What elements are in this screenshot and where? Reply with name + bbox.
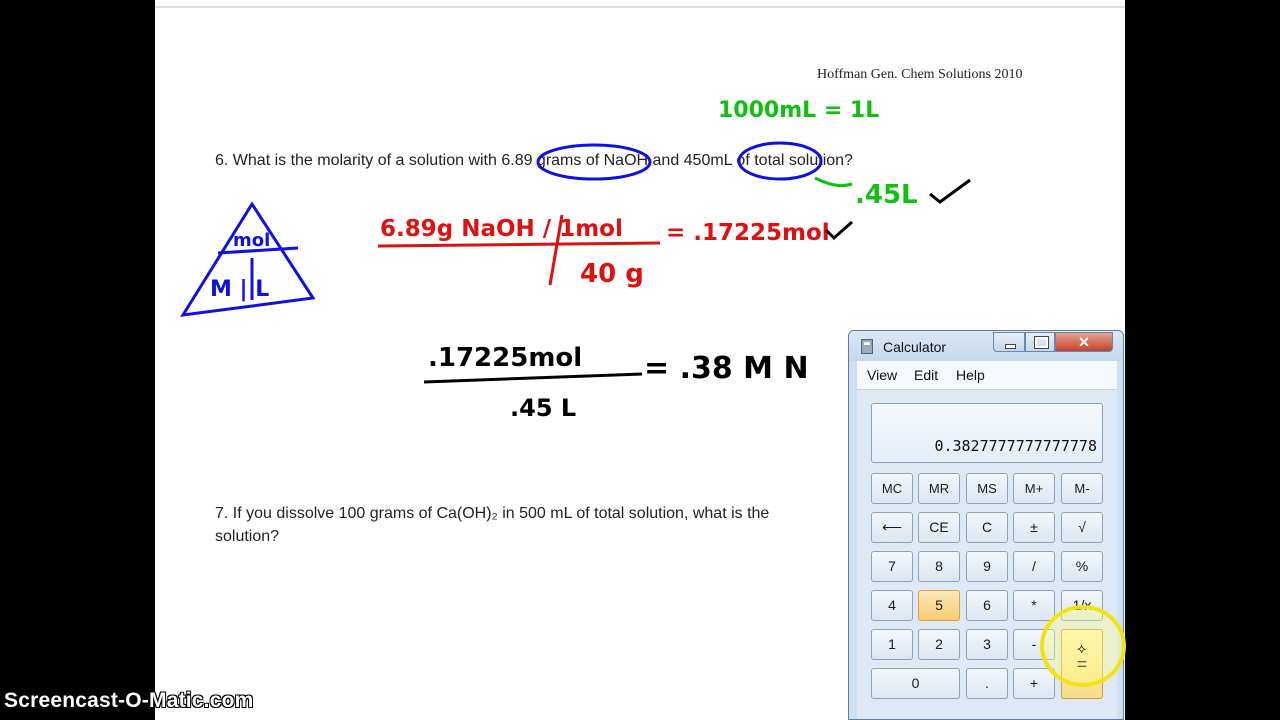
key-0[interactable]: 0 xyxy=(871,668,960,699)
menu-view[interactable]: View xyxy=(867,367,897,383)
key-square-root[interactable]: √ xyxy=(1061,512,1103,543)
maximize-button[interactable] xyxy=(1025,332,1055,352)
key-decimal[interactable]: . xyxy=(966,668,1008,699)
key-8[interactable]: 8 xyxy=(918,551,960,582)
menu-help[interactable]: Help xyxy=(956,367,985,383)
header-note: Hoffman Gen. Chem Solutions 2010 xyxy=(817,67,1023,82)
key-3[interactable]: 3 xyxy=(966,629,1008,660)
key-memory-recall[interactable]: MR xyxy=(918,473,960,504)
key-memory-store[interactable]: MS xyxy=(966,473,1008,504)
question-7-line-1: 7. If you dissolve 100 grams of Ca(OH)₂ … xyxy=(215,505,770,522)
calculator-display: 0.3827777777777778 xyxy=(871,403,1103,463)
question-6: 6. What is the molarity of a solution wi… xyxy=(215,152,853,169)
key-multiply[interactable]: * xyxy=(1013,590,1055,621)
page-top-border xyxy=(155,6,1125,8)
key-memory-add[interactable]: M+ xyxy=(1013,473,1055,504)
minimize-button[interactable] xyxy=(993,332,1025,352)
key-add[interactable]: + xyxy=(1013,668,1055,699)
key-7[interactable]: 7 xyxy=(871,551,913,582)
mouse-cursor-icon: ⟡ xyxy=(1077,640,1087,656)
key-percent[interactable]: % xyxy=(1061,551,1103,582)
question-7-line-2: solution? xyxy=(215,528,280,545)
key-backspace[interactable]: ⟵ xyxy=(871,512,913,543)
calculator-app-icon xyxy=(861,339,873,354)
key-4[interactable]: 4 xyxy=(871,590,913,621)
key-5[interactable]: 5 xyxy=(918,590,960,621)
key-clear-entry[interactable]: CE xyxy=(918,512,960,543)
calculator-title: Calculator xyxy=(883,339,947,355)
key-plus-minus[interactable]: ± xyxy=(1013,512,1055,543)
calculator-titlebar[interactable]: Calculator ✕ xyxy=(849,331,1123,361)
key-clear[interactable]: C xyxy=(966,512,1008,543)
key-2[interactable]: 2 xyxy=(918,629,960,660)
key-memory-subtract[interactable]: M- xyxy=(1061,473,1103,504)
key-6[interactable]: 6 xyxy=(966,590,1008,621)
right-black-margin xyxy=(1125,0,1280,720)
key-memory-clear[interactable]: MC xyxy=(871,473,913,504)
watermark: Screencast-O-Matic.com xyxy=(4,689,254,712)
menu-edit[interactable]: Edit xyxy=(914,367,938,383)
close-button[interactable]: ✕ xyxy=(1055,332,1113,352)
key-divide[interactable]: / xyxy=(1013,551,1055,582)
key-1[interactable]: 1 xyxy=(871,629,913,660)
display-value: 0.3827777777777778 xyxy=(934,437,1097,455)
calculator-menubar: View Edit Help xyxy=(857,361,1117,390)
key-9[interactable]: 9 xyxy=(966,551,1008,582)
